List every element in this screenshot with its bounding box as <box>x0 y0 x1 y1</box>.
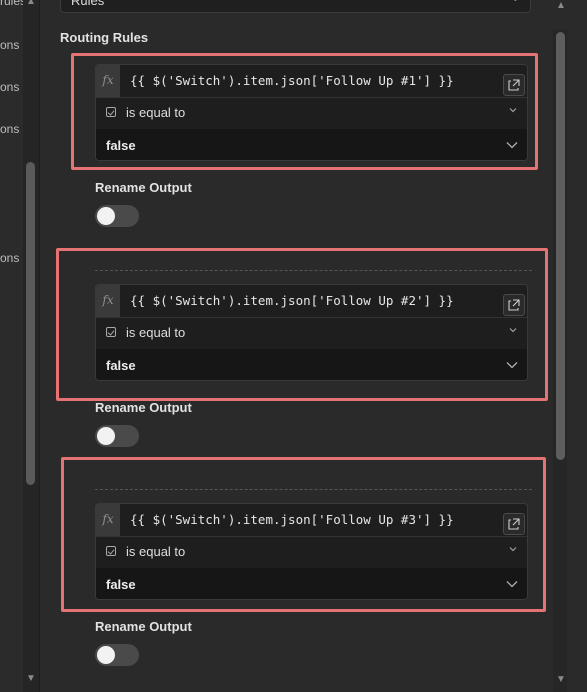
scroll-down-arrow-icon[interactable]: ▼ <box>554 674 568 686</box>
toggle-knob <box>97 207 115 225</box>
open-external-icon <box>508 299 520 311</box>
expression-field[interactable]: fx {{ $('Switch').item.json['Follow Up #… <box>96 285 527 318</box>
left-panel-scroll-thumb[interactable] <box>26 162 35 485</box>
rule-condition-card: fx {{ $('Switch').item.json['Follow Up #… <box>95 503 528 600</box>
expression-text[interactable]: {{ $('Switch').item.json['Follow Up #3']… <box>130 512 454 527</box>
left-panel-text-fragment: ons <box>0 38 20 52</box>
expression-field[interactable]: fx {{ $('Switch').item.json['Follow Up #… <box>96 65 527 98</box>
value-select[interactable]: false <box>96 568 527 599</box>
chevron-down-icon <box>506 362 518 369</box>
fx-icon: fx <box>96 65 120 97</box>
expression-text[interactable]: {{ $('Switch').item.json['Follow Up #2']… <box>130 293 454 308</box>
open-external-icon <box>508 518 520 530</box>
scroll-up-arrow-icon[interactable]: ▲ <box>554 0 568 12</box>
operator-label: is equal to <box>126 105 186 120</box>
expression-text[interactable]: {{ $('Switch').item.json['Follow Up #1']… <box>130 73 454 88</box>
expand-editor-button[interactable] <box>503 74 525 96</box>
left-panel-text-fragment: ons <box>0 251 20 265</box>
content-scroll-thumb[interactable] <box>556 32 565 460</box>
value-select[interactable]: false <box>96 349 527 380</box>
chevron-down-icon <box>509 547 517 552</box>
rename-output-label: Rename Output <box>95 400 192 415</box>
mode-select[interactable]: Rules ⌄ <box>60 0 531 13</box>
expression-field[interactable]: fx {{ $('Switch').item.json['Follow Up #… <box>96 504 527 537</box>
rule-condition-card: fx {{ $('Switch').item.json['Follow Up #… <box>95 284 528 381</box>
fx-icon: fx <box>96 504 120 536</box>
rename-output-toggle[interactable] <box>95 205 139 227</box>
value-label: false <box>106 358 136 373</box>
value-label: false <box>106 138 136 153</box>
chevron-down-icon: ⌄ <box>511 0 520 4</box>
operator-select[interactable]: is equal to <box>96 536 527 569</box>
checkbox-icon <box>106 327 116 337</box>
fx-icon: fx <box>96 285 120 317</box>
left-panel-strip: rules ons ons ons ons <box>0 0 23 692</box>
checkbox-icon <box>106 546 116 556</box>
chevron-down-icon <box>506 142 518 149</box>
rule-divider <box>95 489 532 490</box>
expand-editor-button[interactable] <box>503 513 525 535</box>
open-external-icon <box>508 79 520 91</box>
checkbox-icon <box>106 107 116 117</box>
value-select[interactable]: false <box>96 129 527 160</box>
scroll-up-arrow-icon[interactable]: ▲ <box>24 0 38 8</box>
rule-condition-card: fx {{ $('Switch').item.json['Follow Up #… <box>95 64 528 161</box>
rule-divider <box>95 270 532 271</box>
panel-divider <box>39 0 40 692</box>
chevron-down-icon <box>509 108 517 113</box>
chevron-down-icon <box>509 328 517 333</box>
chevron-down-icon <box>506 581 518 588</box>
value-label: false <box>106 577 136 592</box>
left-panel-text-fragment: rules <box>0 0 23 8</box>
rename-output-toggle[interactable] <box>95 425 139 447</box>
operator-label: is equal to <box>126 544 186 559</box>
operator-select[interactable]: is equal to <box>96 97 527 130</box>
mode-select-value: Rules <box>71 0 105 8</box>
routing-rules-label: Routing Rules <box>60 30 149 45</box>
toggle-knob <box>97 427 115 445</box>
toggle-knob <box>97 646 115 664</box>
rename-output-label: Rename Output <box>95 619 192 634</box>
operator-select[interactable]: is equal to <box>96 317 527 350</box>
rename-output-label: Rename Output <box>95 180 192 195</box>
left-panel-text-fragment: ons <box>0 122 20 136</box>
operator-label: is equal to <box>126 325 186 340</box>
expand-editor-button[interactable] <box>503 294 525 316</box>
scroll-down-arrow-icon[interactable]: ▼ <box>24 673 38 685</box>
rename-output-toggle[interactable] <box>95 644 139 666</box>
left-panel-text-fragment: ons <box>0 80 20 94</box>
